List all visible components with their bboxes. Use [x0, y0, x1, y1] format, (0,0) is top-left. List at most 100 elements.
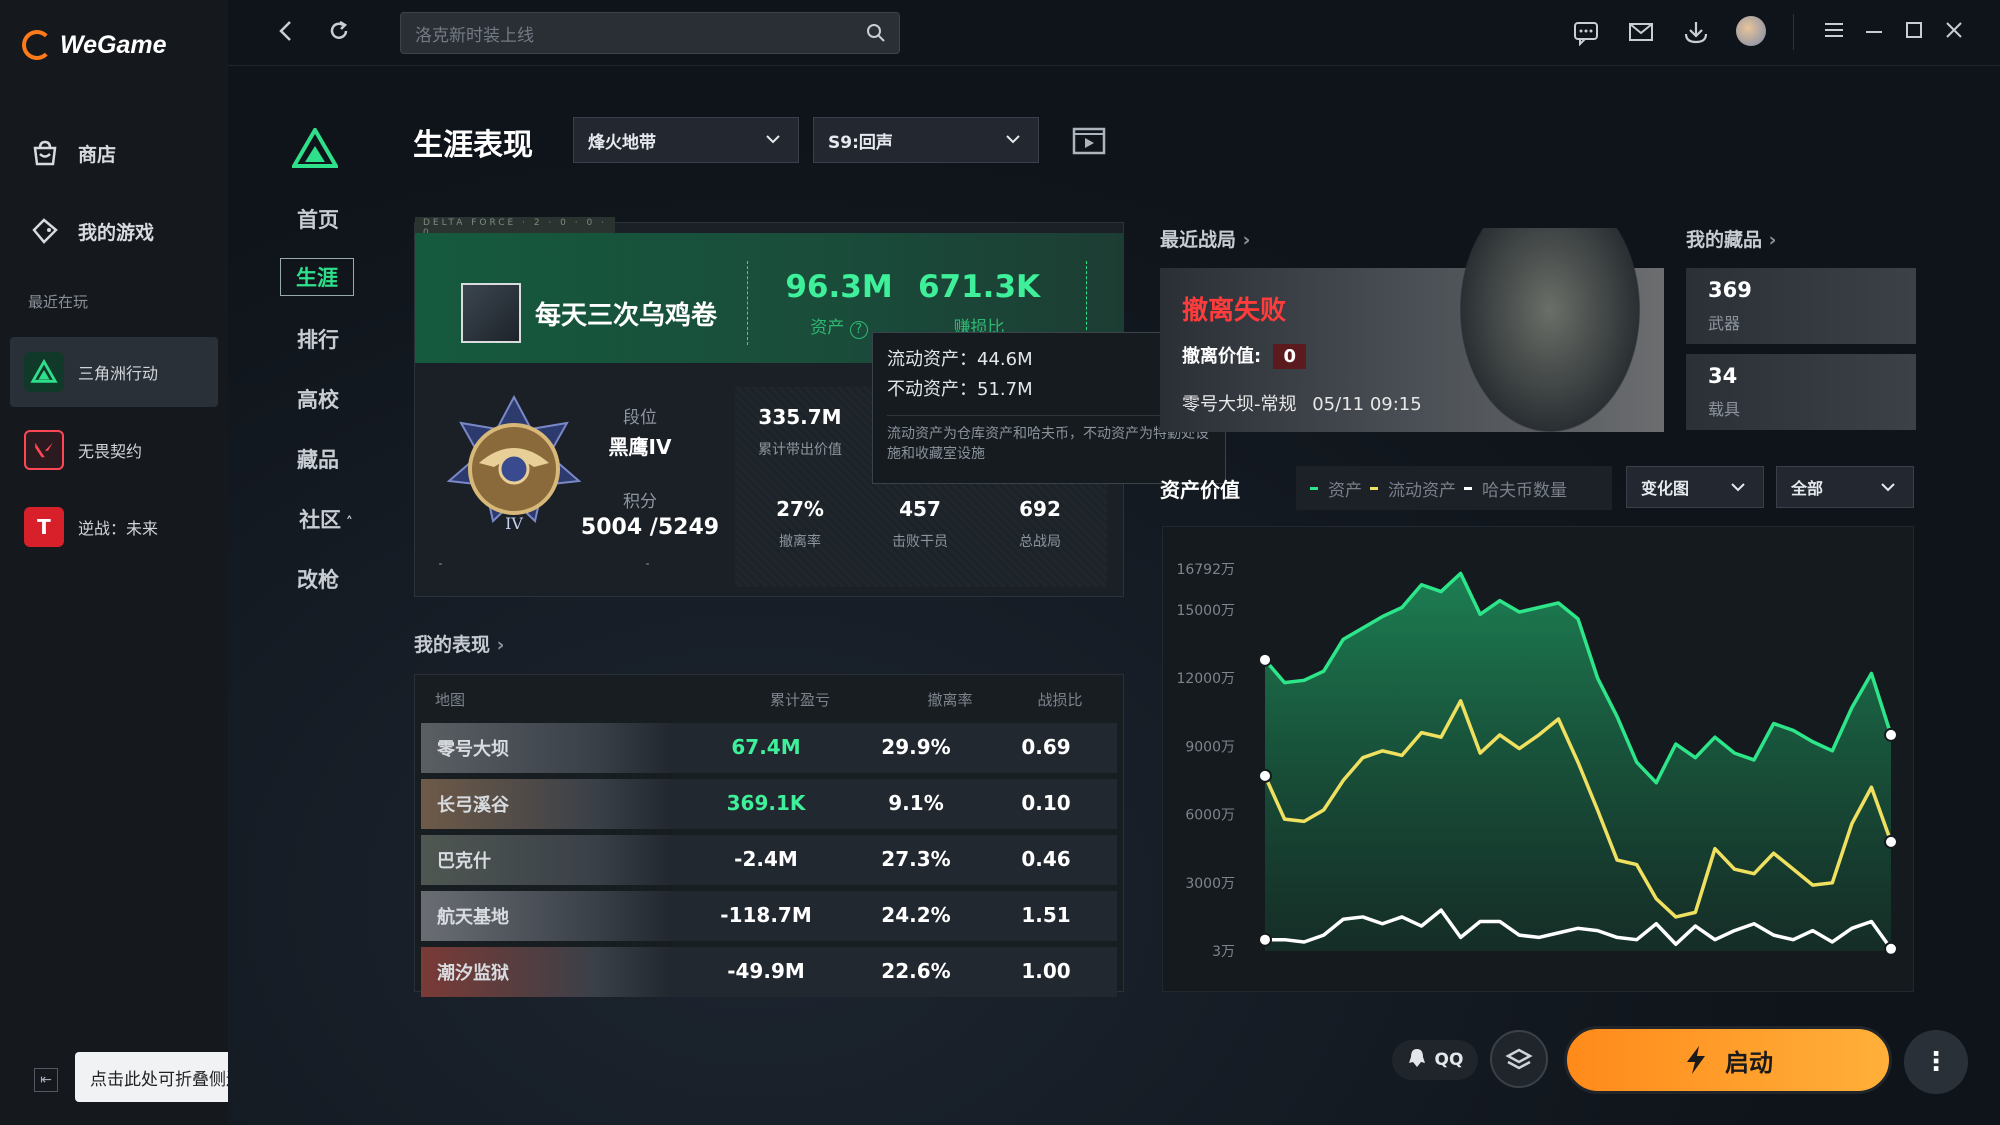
- page-title: 生涯表现: [413, 128, 533, 163]
- stat-label: 撤离率: [779, 534, 821, 550]
- recent-match-title[interactable]: 最近战局 ›: [1160, 225, 1250, 252]
- sidebar-game-delta-force[interactable]: 三角洲行动: [10, 337, 218, 407]
- rate-cell: 24.2%: [881, 903, 951, 927]
- video-icon[interactable]: [1072, 124, 1106, 160]
- chevron-right-icon: ›: [496, 634, 505, 656]
- ratio-cell: 0.46: [1021, 847, 1071, 871]
- chat-icon[interactable]: [1572, 18, 1600, 52]
- rate-cell: 22.6%: [881, 959, 951, 983]
- subnav-career[interactable]: 生涯: [280, 258, 354, 296]
- chart-view-select[interactable]: 变化图: [1626, 466, 1764, 508]
- accelerator-button[interactable]: [1490, 1030, 1548, 1088]
- performance-title[interactable]: 我的表现 ›: [414, 630, 504, 657]
- layers-icon: [1505, 1048, 1533, 1070]
- sidebar-item-my-games[interactable]: 我的游戏: [30, 216, 154, 246]
- player-name: 每天三次乌鸡卷: [535, 301, 718, 331]
- series-point[interactable]: [1884, 834, 1898, 849]
- series-point[interactable]: [1884, 727, 1898, 742]
- left-sidebar: WeGame 商店 我的游戏 最近在玩 三角洲行动 无畏契约 T 逆战：未来: [0, 0, 228, 1125]
- legend-item[interactable]: 哈夫币数量: [1464, 476, 1567, 501]
- legend-label: 资产: [1328, 480, 1362, 501]
- recent-match-card[interactable]: 撤离失败 撤离价值: 0 零号大坝-常规 05/11 09:15: [1160, 228, 1664, 432]
- performance-table: 地图 累计盈亏 撤离率 战损比 零号大坝 67.4M 29.9% 0.69 长弓溪谷 36…: [414, 674, 1124, 997]
- game-label: 三角洲行动: [78, 364, 159, 383]
- minimize-icon[interactable]: [1862, 18, 1886, 48]
- help-icon[interactable]: ?: [849, 321, 868, 339]
- subnav-community[interactable]: 社区 ˄: [286, 504, 366, 534]
- series-point[interactable]: [1258, 932, 1272, 947]
- map-name: 航天基地: [437, 907, 509, 928]
- map-name: 零号大坝: [437, 739, 509, 760]
- stat-label: 总战局: [1019, 534, 1061, 550]
- profit-cell: -49.9M: [727, 959, 805, 983]
- y-tick-label: 12000万: [1176, 671, 1235, 687]
- sidebar-game-nizhan[interactable]: T 逆战：未来: [10, 492, 218, 562]
- table-header: 撤离率: [927, 691, 973, 709]
- game-label: 无畏契约: [78, 442, 143, 461]
- assets-label-text: 资产: [810, 318, 845, 338]
- legend-item[interactable]: 流动资产: [1370, 476, 1456, 501]
- y-tick-label: 16792万: [1176, 562, 1235, 578]
- asset-chart-svg: 16792万 15000万 12000万 9000万 6000万 3000万 3万: [1176, 562, 1898, 960]
- collapse-sidebar-button[interactable]: ⇤: [34, 1068, 58, 1092]
- legend-item[interactable]: 资产: [1310, 476, 1362, 501]
- table-header: 战损比: [1037, 691, 1083, 709]
- ratio-cell: 0.69: [1021, 735, 1071, 759]
- gamepad-icon: [32, 218, 58, 244]
- rate-cell: 9.1%: [888, 791, 944, 815]
- sidebar-game-valorant[interactable]: 无畏契约: [10, 415, 218, 485]
- mail-icon[interactable]: [1627, 18, 1655, 52]
- qq-icon: [1407, 1047, 1427, 1074]
- download-icon[interactable]: [1682, 18, 1710, 52]
- table-row[interactable]: 航天基地 -118.7M 24.2% 1.51: [421, 891, 1117, 941]
- more-options-button[interactable]: ⋮: [1904, 1030, 1968, 1094]
- search-icon[interactable]: [865, 22, 887, 44]
- user-avatar[interactable]: [1736, 16, 1766, 46]
- close-icon[interactable]: [1942, 18, 1966, 48]
- chevron-down-icon: [1006, 135, 1020, 144]
- wegame-logo[interactable]: WeGame: [22, 30, 167, 60]
- performance-title-text: 我的表现: [414, 634, 491, 656]
- subnav-gunsmith[interactable]: 改枪: [268, 564, 368, 594]
- maximize-icon[interactable]: [1902, 18, 1926, 48]
- menu-icon[interactable]: [1822, 18, 1846, 48]
- table-row[interactable]: 巴克什 -2.4M 27.3% 0.46: [421, 835, 1117, 885]
- recent-time: 05/11 09:15: [1312, 394, 1422, 415]
- mode-select-value: 烽火地带: [588, 132, 656, 153]
- series-point[interactable]: [1258, 768, 1272, 783]
- subnav-college[interactable]: 高校: [268, 384, 368, 414]
- profit-cell: -2.4M: [734, 847, 798, 871]
- back-icon[interactable]: [273, 18, 299, 50]
- qq-button[interactable]: QQ: [1392, 1040, 1478, 1080]
- profit-cell: 369.1K: [726, 791, 806, 815]
- subnav-home[interactable]: 首页: [268, 204, 368, 234]
- mode-select[interactable]: 烽火地带: [573, 117, 799, 163]
- collection-title[interactable]: 我的藏品 ›: [1686, 225, 1776, 252]
- subnav-collection[interactable]: 藏品: [268, 444, 368, 474]
- chart-range-value: 全部: [1791, 479, 1824, 498]
- nizhan-icon: T: [24, 507, 64, 547]
- chart-range-select[interactable]: 全部: [1776, 466, 1914, 508]
- chevron-right-icon: ›: [1768, 229, 1777, 251]
- collection-weapons[interactable]: 369 武器: [1686, 268, 1916, 344]
- table-header: 累计盈亏: [769, 691, 830, 709]
- subnav-rank[interactable]: 排行: [268, 324, 368, 354]
- search-input[interactable]: 洛克新时装上线: [400, 12, 900, 54]
- stat-value: 335.7M: [758, 405, 842, 429]
- series-point[interactable]: [1258, 652, 1272, 667]
- season-select[interactable]: S9:回声: [813, 117, 1039, 163]
- y-tick-label: 15000万: [1176, 603, 1235, 619]
- sidebar-item-store[interactable]: 商店: [30, 138, 116, 168]
- chart-view-value: 变化图: [1641, 479, 1690, 498]
- recent-value-row: 撤离价值: 0: [1182, 342, 1307, 369]
- collection-vehicles[interactable]: 34 载具: [1686, 354, 1916, 430]
- series-point[interactable]: [1884, 941, 1898, 956]
- profit-cell: -118.7M: [720, 903, 812, 927]
- kd-value: 671.3K: [917, 269, 1041, 305]
- refresh-icon[interactable]: [326, 18, 352, 50]
- y-tick-label: 9000万: [1185, 739, 1235, 755]
- table-row[interactable]: 潮汐监狱 -49.9M 22.6% 1.00: [421, 947, 1117, 997]
- start-game-button[interactable]: 启动: [1564, 1026, 1892, 1094]
- table-row[interactable]: 长弓溪谷 369.1K 9.1% 0.10: [421, 779, 1117, 829]
- table-row[interactable]: 零号大坝 67.4M 29.9% 0.69: [421, 723, 1117, 773]
